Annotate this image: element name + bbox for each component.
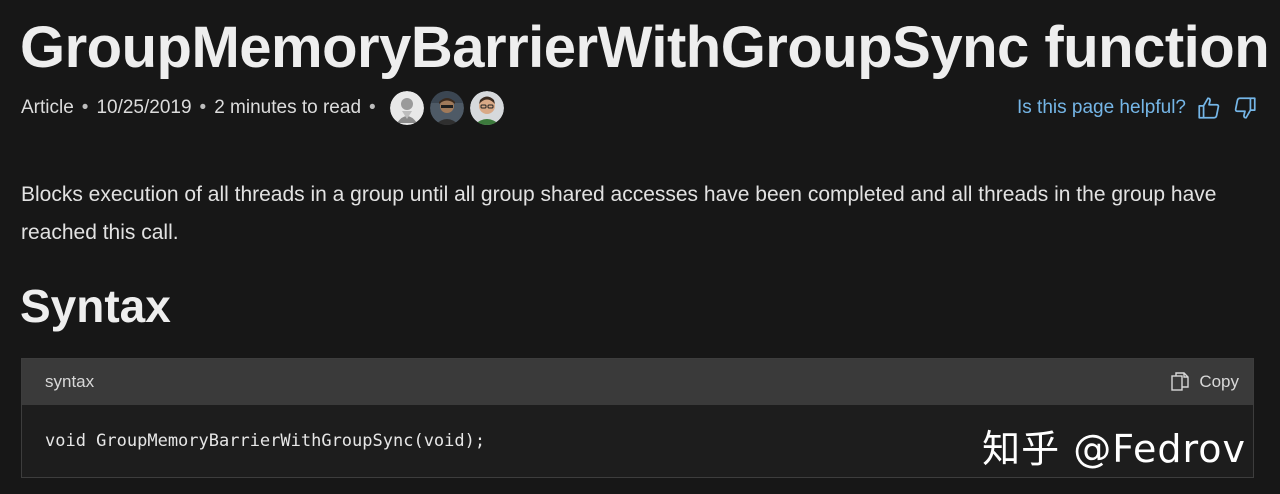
- meta-separator: •: [369, 97, 376, 118]
- contributor-avatar[interactable]: [389, 91, 424, 125]
- article-date: 10/25/2019: [96, 97, 192, 118]
- page-title: GroupMemoryBarrierWithGroupSync function: [20, 15, 1270, 80]
- code-language-label: syntax: [45, 372, 95, 391]
- contributor-avatar[interactable]: [469, 91, 504, 125]
- feedback-prompt: Is this page helpful?: [1017, 90, 1258, 126]
- read-time: 2 minutes to read: [214, 97, 362, 118]
- copy-button[interactable]: Copy: [1171, 372, 1239, 392]
- contributors: [389, 91, 510, 125]
- thumbs-up-icon[interactable]: [1196, 95, 1222, 121]
- page-description: Blocks execution of all threads in a gro…: [21, 183, 1217, 244]
- doc-page: GroupMemoryBarrierWithGroupSync function…: [0, 0, 1280, 494]
- thumbs-down-icon[interactable]: [1232, 95, 1258, 121]
- meta-separator: •: [199, 97, 207, 118]
- article-type: Article: [21, 97, 74, 118]
- watermark: 知乎 @Fedrov: [982, 427, 1246, 471]
- copy-label: Copy: [1199, 372, 1239, 391]
- contributor-avatar[interactable]: [429, 91, 464, 125]
- meta-separator: •: [81, 97, 89, 118]
- helpful-question: Is this page helpful?: [1016, 97, 1186, 118]
- article-meta: Article • 10/25/2019 • 2 minutes to read…: [21, 90, 510, 126]
- code-header: syntax Copy: [22, 359, 1253, 405]
- syntax-heading: Syntax: [20, 280, 171, 332]
- copy-icon: [1171, 372, 1190, 391]
